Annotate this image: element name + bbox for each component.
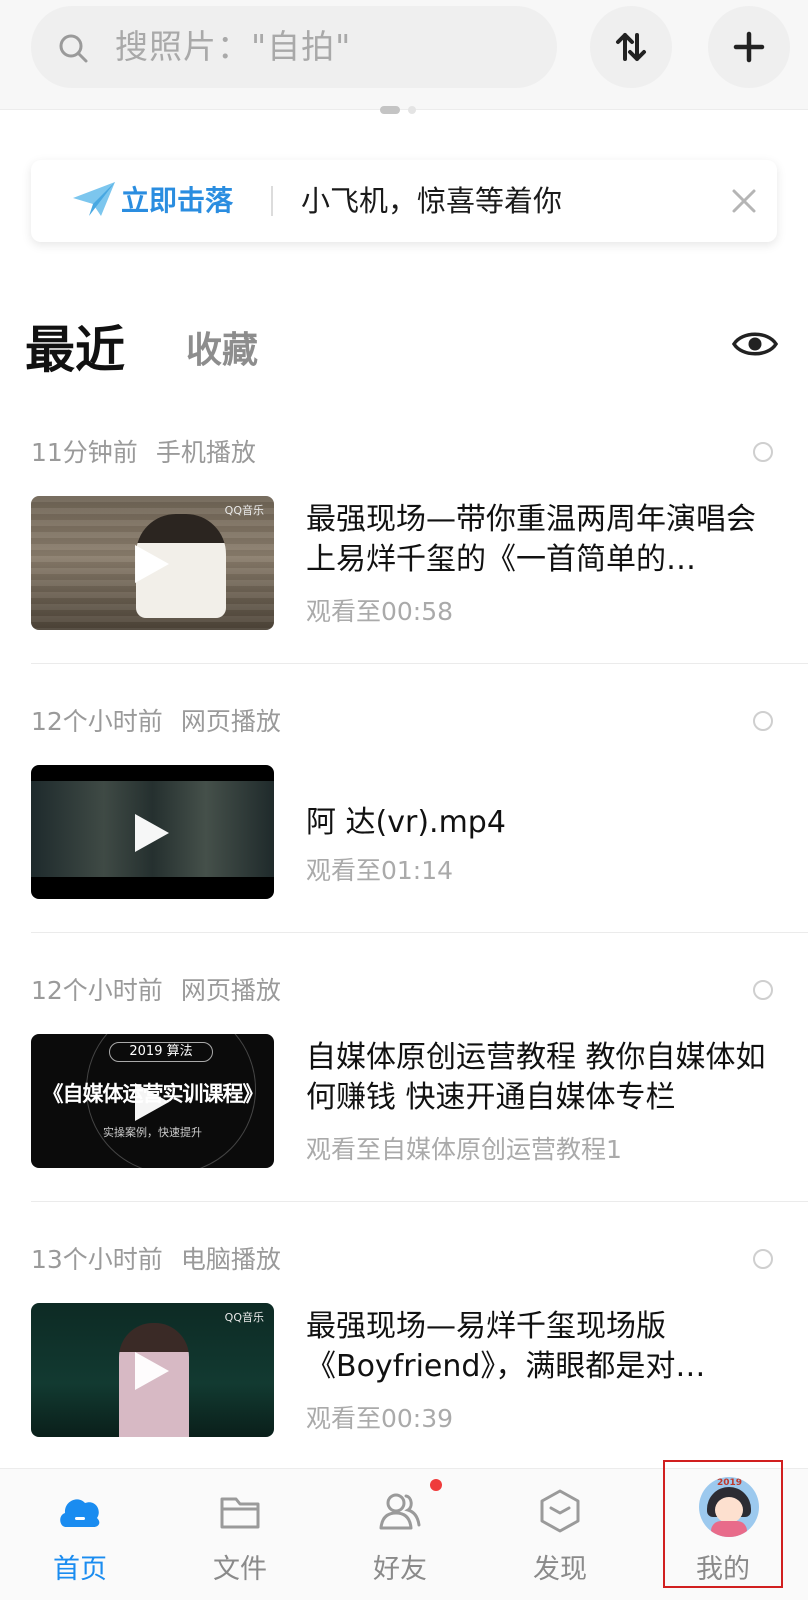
select-checkbox[interactable] [753, 711, 773, 731]
item-meta: 13个小时前 电脑播放 [31, 1245, 281, 1275]
discover-box-icon [540, 1489, 580, 1533]
search-icon [59, 34, 88, 63]
nav-label: 发现 [533, 1554, 587, 1585]
sort-arrows-icon [616, 33, 646, 61]
add-button[interactable] [708, 6, 790, 88]
divider [31, 663, 808, 664]
play-icon [135, 545, 169, 583]
tab-favorites[interactable]: 收藏 [186, 328, 258, 374]
video-title: 自媒体原创运营教程 教你自媒体如何赚钱 快速开通自媒体专栏 [306, 1040, 766, 1115]
video-thumbnail[interactable] [31, 765, 274, 899]
plus-icon [733, 31, 765, 63]
search-bar[interactable]: 搜照片："自拍" [31, 6, 557, 88]
paper-plane-icon [73, 182, 115, 216]
list-item[interactable]: 12个小时前 网页播放 阿 达(vr).mp4 观看至01:14 [0, 707, 808, 982]
banner-message: 小飞机，惊喜等着你 [301, 184, 563, 218]
qq-music-badge: QQ音乐 [224, 1311, 264, 1324]
sort-button[interactable] [590, 6, 672, 88]
list-item[interactable]: 12个小时前 网页播放 2019 算法 《自媒体运营实训课程》 实操案例，快速提升… [0, 976, 808, 1251]
top-bar: 搜照片："自拍" [0, 0, 808, 110]
item-time: 12个小时前 [31, 976, 163, 1005]
watch-progress: 观看至自媒体原创运营教程1 [306, 1135, 622, 1164]
nav-friends[interactable]: 好友 [320, 1469, 480, 1600]
select-checkbox[interactable] [753, 442, 773, 462]
thumb-course-subtitle: 实操案例，快速提升 [103, 1126, 202, 1139]
play-icon [135, 1352, 169, 1390]
item-source: 手机播放 [155, 438, 256, 467]
banner-action-label[interactable]: 立即击落 [121, 160, 233, 242]
nav-files[interactable]: 文件 [160, 1469, 320, 1600]
nav-discover[interactable]: 发现 [480, 1469, 640, 1600]
nav-label: 好友 [373, 1554, 427, 1585]
notification-badge [430, 1479, 442, 1491]
video-thumbnail[interactable]: QQ音乐 [31, 1303, 274, 1437]
select-checkbox[interactable] [753, 1249, 773, 1269]
watch-progress: 观看至01:14 [306, 856, 454, 885]
qq-music-badge: QQ音乐 [224, 504, 264, 517]
video-title: 最强现场—易烊千玺现场版《Boyfriend》，满眼都是对… [306, 1309, 706, 1384]
friends-icon [379, 1493, 421, 1530]
video-title: 阿 达(vr).mp4 [306, 805, 506, 840]
tab-recent[interactable]: 最近 [25, 320, 125, 380]
divider [31, 1201, 808, 1202]
list-item[interactable]: 11分钟前 手机播放 QQ音乐 最强现场—带你重温两周年演唱会上易烊千玺的《一首简… [0, 438, 808, 713]
nav-label: 首页 [53, 1554, 107, 1585]
item-source: 电脑播放 [180, 1245, 281, 1274]
watch-progress: 观看至00:58 [306, 597, 454, 626]
video-thumbnail[interactable]: QQ音乐 [31, 496, 274, 630]
play-icon [135, 814, 169, 852]
item-time: 13个小时前 [31, 1245, 163, 1274]
select-checkbox[interactable] [753, 980, 773, 1000]
promo-banner[interactable]: 立即击落 小飞机，惊喜等着你 [31, 160, 777, 242]
highlight-box [663, 1460, 783, 1588]
item-meta: 12个小时前 网页播放 [31, 976, 281, 1006]
item-meta: 11分钟前 手机播放 [31, 438, 256, 468]
carousel-indicator [380, 106, 416, 114]
nav-label: 文件 [213, 1554, 267, 1585]
item-source: 网页播放 [180, 707, 281, 736]
thumb-year-label: 2019 算法 [109, 1042, 213, 1062]
item-source: 网页播放 [180, 976, 281, 1005]
folder-icon [220, 1497, 260, 1529]
close-icon[interactable] [731, 188, 757, 214]
video-title: 最强现场—带你重温两周年演唱会上易烊千玺的《一首简单的… [306, 502, 756, 577]
nav-home[interactable]: 首页 [0, 1469, 160, 1600]
item-meta: 12个小时前 网页播放 [31, 707, 281, 737]
cloud-home-icon [60, 1499, 100, 1527]
watch-progress: 观看至00:39 [306, 1404, 454, 1433]
play-icon [135, 1083, 169, 1121]
item-time: 12个小时前 [31, 707, 163, 736]
banner-divider [271, 186, 273, 216]
search-placeholder: 搜照片："自拍" [115, 27, 352, 66]
video-thumbnail[interactable]: 2019 算法 《自媒体运营实训课程》 实操案例，快速提升 [31, 1034, 274, 1168]
divider [31, 932, 808, 933]
item-time: 11分钟前 [31, 438, 138, 467]
eye-icon[interactable] [732, 328, 778, 360]
